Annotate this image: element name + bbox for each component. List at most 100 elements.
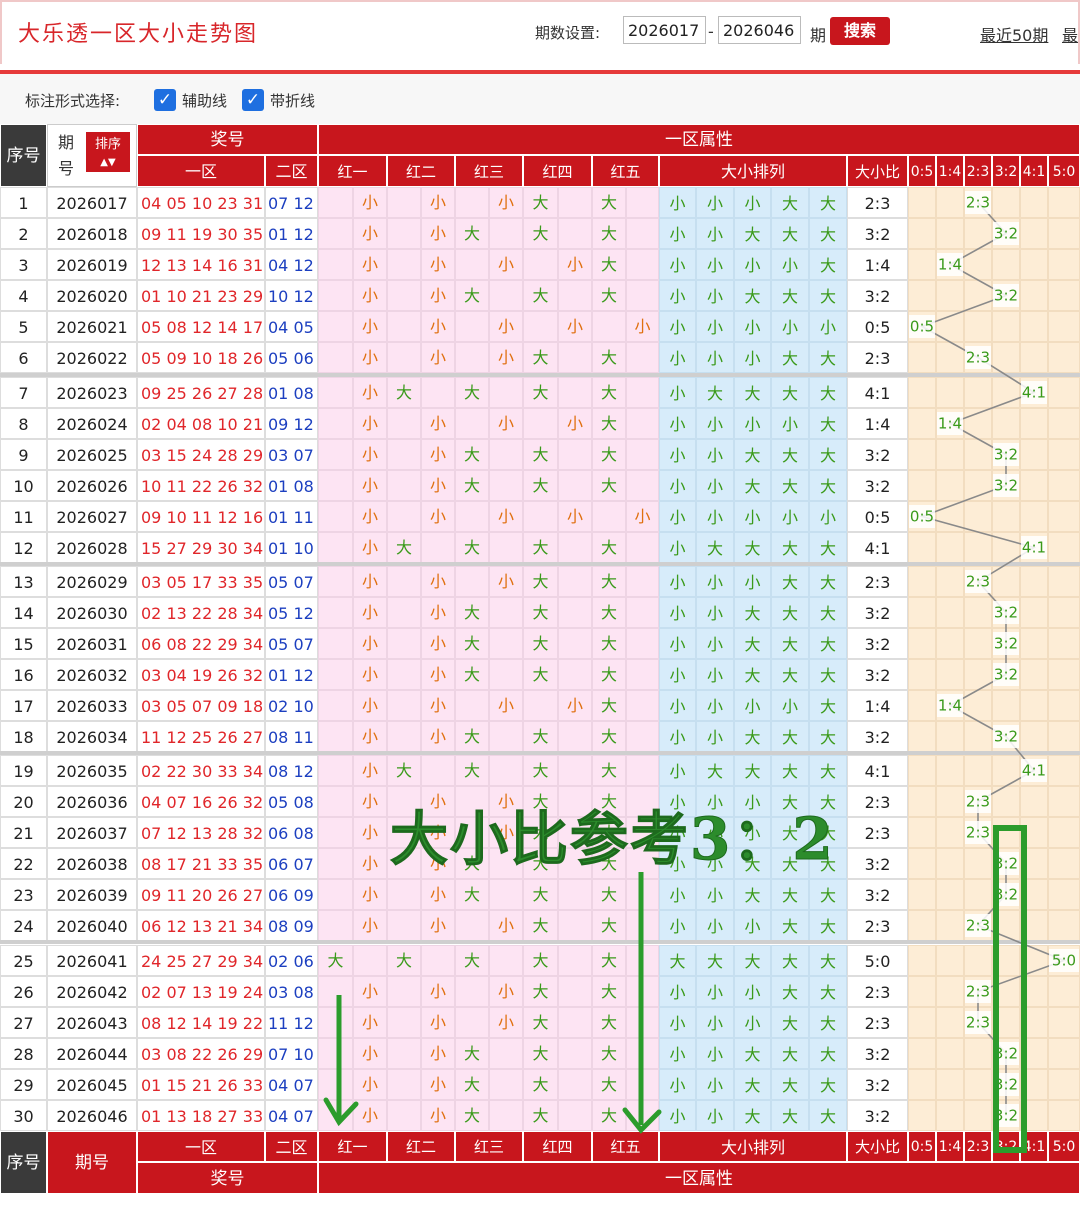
big-mark: 大 bbox=[532, 1044, 549, 1063]
ratio-option-cell bbox=[964, 566, 992, 597]
col-head-red-3: 红三 bbox=[455, 155, 523, 187]
small-mark: 小 bbox=[361, 634, 378, 653]
small-mark: 小 bbox=[429, 1106, 446, 1125]
ratio-option-cell bbox=[908, 910, 936, 941]
small-mark: 小 bbox=[429, 1044, 446, 1063]
ratio-option-cell bbox=[1020, 659, 1048, 690]
row-blue-numbers: 06 07 bbox=[265, 848, 318, 879]
ratio-option-cell bbox=[1048, 976, 1080, 1007]
ratio-option-cell bbox=[936, 690, 964, 721]
small-mark: 小 bbox=[634, 507, 651, 526]
red-small-slot bbox=[558, 976, 592, 1007]
red-big-slot bbox=[387, 187, 421, 218]
ratio-option-cell bbox=[908, 1038, 936, 1069]
red-small-slot bbox=[558, 721, 592, 752]
ratio-option-cell bbox=[1020, 597, 1048, 628]
arrangement-cell: 大 bbox=[734, 439, 771, 470]
ratio-option-cell bbox=[964, 597, 992, 628]
big-mark: 大 bbox=[600, 634, 617, 653]
red-small-slot bbox=[558, 187, 592, 218]
ratio-option-cell bbox=[992, 408, 1020, 439]
big-mark: 大 bbox=[463, 727, 480, 746]
ratio-option-cell bbox=[1020, 187, 1048, 218]
ratio-option-cell bbox=[1020, 1038, 1048, 1069]
foot-head-ratio: 大小比 bbox=[847, 1131, 908, 1162]
red-big-slot bbox=[387, 311, 421, 342]
small-mark: 小 bbox=[361, 193, 378, 212]
arrangement-cell: 小 bbox=[696, 218, 734, 249]
red-big-slot bbox=[318, 879, 353, 910]
red-big-slot bbox=[318, 532, 353, 563]
arrangement-cell: 大 bbox=[809, 377, 847, 408]
ratio-option-cell bbox=[1048, 218, 1080, 249]
red-small-slot bbox=[558, 1069, 592, 1100]
row-red-numbers: 01 10 21 23 29 bbox=[137, 280, 265, 311]
arrangement-cell: 大 bbox=[771, 976, 809, 1007]
arrangement-cell: 大 bbox=[809, 1038, 847, 1069]
small-mark: 小 bbox=[361, 1106, 378, 1125]
row-seq: 12 bbox=[0, 532, 47, 563]
big-mark: 大 bbox=[395, 761, 412, 780]
red-big-slot bbox=[318, 597, 353, 628]
arrangement-cell: 大 bbox=[734, 945, 771, 976]
arrangement-cell: 小 bbox=[771, 501, 809, 532]
ratio-option-cell bbox=[992, 848, 1020, 879]
ratio-option-cell bbox=[908, 1069, 936, 1100]
red-big-slot bbox=[455, 249, 489, 280]
ratio-option-cell bbox=[992, 566, 1020, 597]
ratio-option-cell bbox=[992, 501, 1020, 532]
arrangement-cell: 大 bbox=[734, 879, 771, 910]
red-big-slot bbox=[387, 1038, 421, 1069]
ratio-option-cell bbox=[936, 786, 964, 817]
small-mark: 小 bbox=[429, 665, 446, 684]
ratio-option-cell bbox=[936, 377, 964, 408]
row-blue-numbers: 08 09 bbox=[265, 910, 318, 941]
small-mark: 小 bbox=[634, 317, 651, 336]
red-big-slot bbox=[387, 566, 421, 597]
red-small-slot bbox=[626, 566, 659, 597]
row-blue-numbers: 04 07 bbox=[265, 1069, 318, 1100]
red-small-slot bbox=[489, 879, 523, 910]
ratio-option-cell bbox=[964, 945, 992, 976]
arrangement-cell: 大 bbox=[771, 755, 809, 786]
row-period: 2026034 bbox=[47, 721, 137, 752]
col-head-ratio-option: 2:3 bbox=[964, 155, 992, 187]
row-ratio: 2:3 bbox=[847, 566, 908, 597]
ratio-option-cell bbox=[1048, 817, 1080, 848]
ratio-option-cell bbox=[992, 879, 1020, 910]
arrangement-cell: 大 bbox=[809, 1069, 847, 1100]
ratio-option-cell bbox=[1020, 879, 1048, 910]
red-big-slot bbox=[387, 470, 421, 501]
red-big-slot bbox=[318, 501, 353, 532]
red-small-slot bbox=[558, 945, 592, 976]
row-period: 2026036 bbox=[47, 786, 137, 817]
col-head-ratio-option: 1:4 bbox=[936, 155, 964, 187]
ratio-option-cell bbox=[1048, 187, 1080, 218]
row-blue-numbers: 02 06 bbox=[265, 945, 318, 976]
ratio-option-cell bbox=[1048, 470, 1080, 501]
row-red-numbers: 03 15 24 28 29 bbox=[137, 439, 265, 470]
ratio-option-cell bbox=[936, 879, 964, 910]
arrangement-cell: 大 bbox=[734, 659, 771, 690]
col-head-ratio: 大小比 bbox=[847, 155, 908, 187]
arrangement-cell: 大 bbox=[809, 976, 847, 1007]
row-blue-numbers: 05 08 bbox=[265, 786, 318, 817]
big-mark: 大 bbox=[532, 224, 549, 243]
red-big-slot bbox=[318, 280, 353, 311]
row-seq: 9 bbox=[0, 439, 47, 470]
arrangement-cell: 大 bbox=[771, 659, 809, 690]
row-seq: 5 bbox=[0, 311, 47, 342]
sort-arrows-icon[interactable]: ▲▼ bbox=[86, 154, 130, 172]
small-mark: 小 bbox=[361, 317, 378, 336]
arrangement-cell: 小 bbox=[696, 311, 734, 342]
big-mark: 大 bbox=[600, 286, 617, 305]
arrangement-cell: 大 bbox=[771, 280, 809, 311]
arrangement-cell: 大 bbox=[809, 628, 847, 659]
red-big-slot bbox=[318, 721, 353, 752]
arrangement-cell: 大 bbox=[734, 628, 771, 659]
arrangement-cell: 小 bbox=[659, 249, 696, 280]
row-red-numbers: 06 08 22 29 34 bbox=[137, 628, 265, 659]
col-head-ratio-option: 5:0 bbox=[1048, 155, 1080, 187]
small-mark: 小 bbox=[429, 193, 446, 212]
ratio-option-cell bbox=[1048, 249, 1080, 280]
